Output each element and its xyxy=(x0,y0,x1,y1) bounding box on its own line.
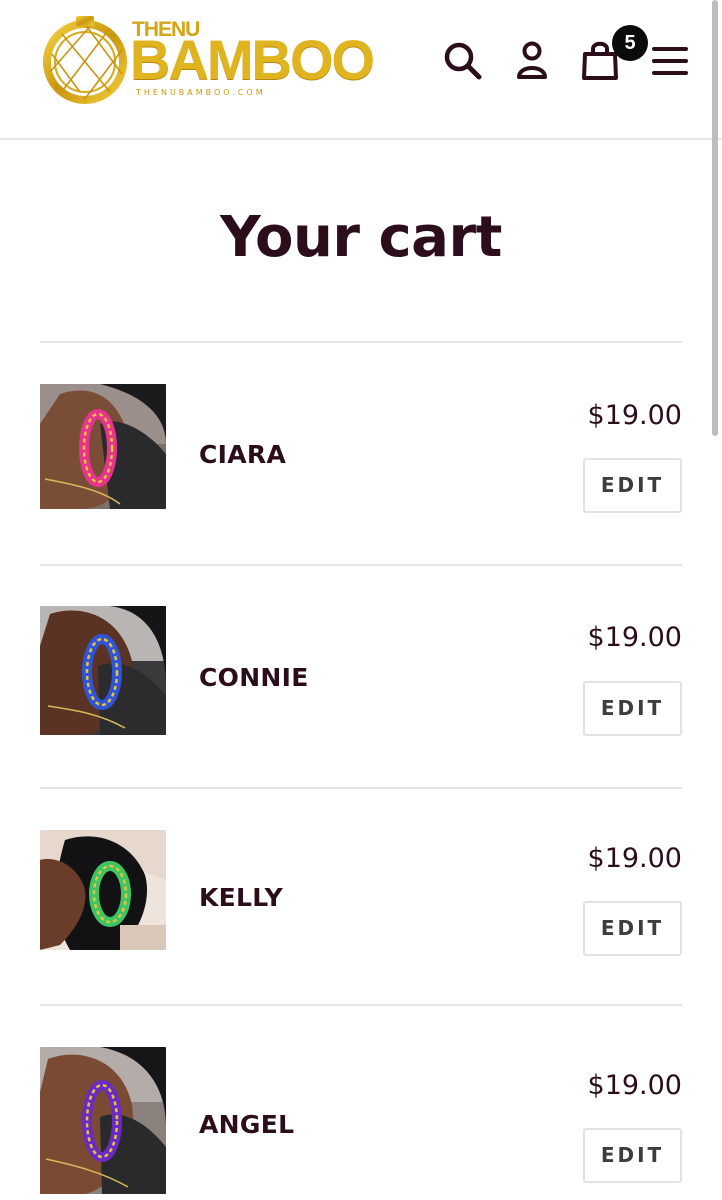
cart-count-badge: 5 xyxy=(612,25,648,61)
item-price: $19.00 xyxy=(587,843,682,874)
edit-button[interactable]: EDIT xyxy=(583,1128,682,1183)
cart-item-row: CIARA $19.00 EDIT xyxy=(0,343,722,543)
cart-item-row: ANGEL $19.00 EDIT xyxy=(0,1006,722,1200)
search-icon[interactable] xyxy=(440,38,484,82)
edit-button[interactable]: EDIT xyxy=(583,458,682,513)
cart-item-row: KELLY $19.00 EDIT xyxy=(0,789,722,989)
bamboo-hoop-logo-icon xyxy=(43,16,127,104)
item-name[interactable]: CONNIE xyxy=(199,663,309,692)
hamburger-menu-icon[interactable] xyxy=(648,38,692,82)
item-name[interactable]: ANGEL xyxy=(199,1110,294,1139)
product-image-connie[interactable] xyxy=(40,606,166,735)
brand-logo[interactable]: THENU BAMBOO THENUBAMBOO.COM xyxy=(40,14,375,104)
earring-photo-icon xyxy=(40,830,166,950)
edit-button[interactable]: EDIT xyxy=(583,901,682,956)
item-name[interactable]: KELLY xyxy=(199,883,283,912)
product-image-angel[interactable] xyxy=(40,1047,166,1194)
earring-photo-icon xyxy=(40,384,166,509)
site-header: THENU BAMBOO THENUBAMBOO.COM 5 xyxy=(0,0,722,140)
earring-photo-icon xyxy=(40,606,166,735)
account-icon[interactable] xyxy=(510,38,554,82)
cart-item-row: CONNIE $19.00 EDIT xyxy=(0,566,722,766)
product-image-kelly[interactable] xyxy=(40,830,166,950)
item-price: $19.00 xyxy=(587,1070,682,1101)
edit-button[interactable]: EDIT xyxy=(583,681,682,736)
logo-text-sub: THENUBAMBOO.COM xyxy=(136,88,266,97)
earring-photo-icon xyxy=(40,1047,166,1194)
product-image-ciara[interactable] xyxy=(40,384,166,509)
item-price: $19.00 xyxy=(587,622,682,653)
item-name[interactable]: CIARA xyxy=(199,440,286,469)
logo-text-main: BAMBOO xyxy=(130,28,375,91)
item-price: $19.00 xyxy=(587,400,682,431)
page-title: Your cart xyxy=(220,205,502,270)
